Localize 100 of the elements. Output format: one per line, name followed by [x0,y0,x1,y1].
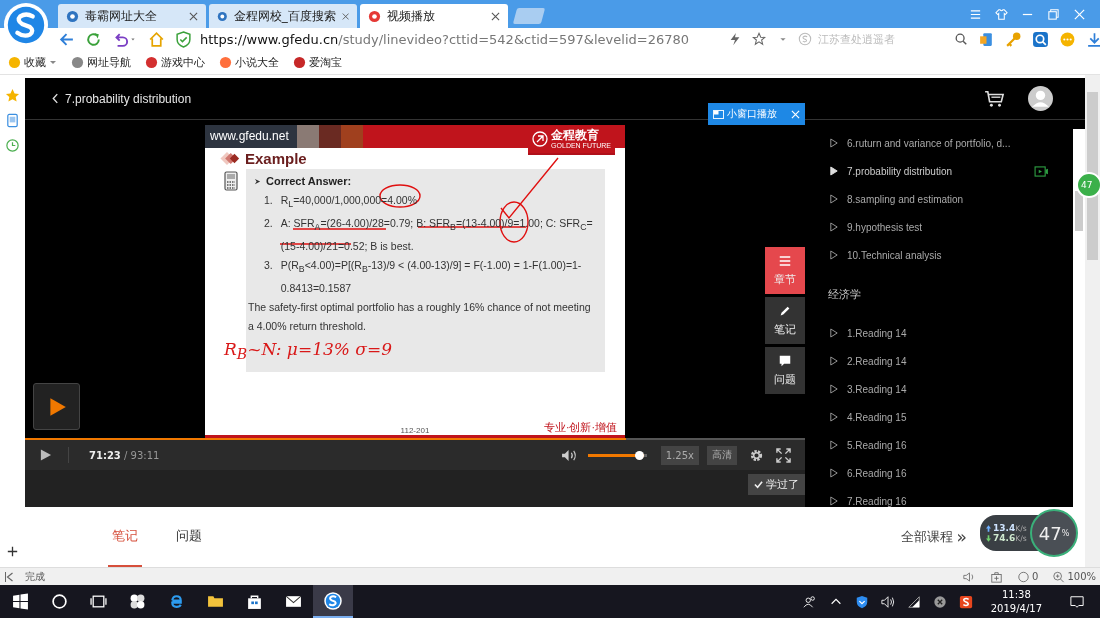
caret-icon[interactable] [49,58,57,66]
windows-start-icon[interactable] [12,593,29,610]
close-icon[interactable] [491,11,500,21]
chevron-left-icon [52,93,59,104]
side-tab-button[interactable]: 问题 [765,347,805,394]
settings-icon[interactable] [749,447,764,463]
play-triangle-icon [830,384,838,394]
cart-icon[interactable] [984,89,1006,108]
content-tab[interactable]: 问题 [172,507,206,567]
search-icon[interactable] [954,32,968,46]
taskbar-clock[interactable]: 11:38 2019/4/17 [990,587,1042,616]
browser-tab[interactable]: 视频播放 [360,4,508,28]
play-triangle-icon [830,222,838,232]
bookmark-link[interactable]: 小说大全 [219,54,279,70]
lesson-item[interactable]: 8.sampling and estimation [805,185,1073,213]
close-icon[interactable] [189,11,198,21]
bookmark-link[interactable]: 游戏中心 [145,54,205,70]
logo-icon [532,131,549,147]
learned-button[interactable]: 学过了 [748,474,805,495]
play-triangle-icon [830,194,838,204]
mail-icon[interactable] [285,593,302,610]
lesson-item[interactable]: 7.probability distribution [805,157,1073,185]
lesson-item[interactable]: 1.Reading 14 [805,319,1073,347]
notification-icon[interactable] [1070,594,1084,609]
browser-tab[interactable]: 金程网校_百度搜索 [209,4,357,28]
bookmark-link[interactable]: 网址导航 [71,54,131,70]
back-link[interactable]: 7.probability distribution [52,91,192,106]
pinwheel-icon[interactable] [129,593,146,610]
briefcase-icon[interactable] [990,570,1004,583]
refresh-icon[interactable] [85,30,102,48]
status-text: 完成 [25,569,45,584]
item-number: 1. [264,193,273,208]
lesson-item[interactable]: 2.Reading 14 [805,347,1073,375]
wifi-icon[interactable] [906,594,921,609]
star-icon[interactable] [752,32,766,46]
volume-thumb[interactable] [634,450,644,460]
ad-block-counter[interactable]: 0 [1017,570,1039,583]
lesson-item[interactable]: 9.hypothesis test [805,213,1073,241]
tablet-icon[interactable] [5,113,20,128]
answer-text: P(R$_{B}$<4.00)=P[(R$_{B}$-13)/9 < (4.00-13)/9] = F(-1.00) = 1-F(1.00)=1-0.8413=0.1587 [280,258,583,297]
play-icon[interactable] [39,448,52,462]
bookmark-link[interactable]: 爱淘宝 [293,54,342,70]
browser-taskbar-button[interactable] [313,585,353,618]
all-courses-link[interactable]: 全部课程 » [900,507,967,567]
side-tab-button[interactable]: 笔记 [765,297,805,344]
play-triangle-icon [830,412,838,422]
browser-tab[interactable]: 毒霸网址大全 [58,4,206,28]
volume-icon[interactable] [560,448,578,462]
play-button[interactable] [33,383,80,430]
menu-icon[interactable] [969,8,982,21]
memory-percent: 47% [1030,509,1078,557]
error-icon[interactable] [932,594,947,609]
input-method-icon[interactable] [958,594,973,609]
avatar-icon[interactable] [1028,86,1053,111]
color-block [297,125,319,148]
lesson-item[interactable]: 7.Reading 16 [805,487,1073,507]
color-block [319,125,341,148]
play-triangle-icon [830,496,838,506]
lesson-item[interactable]: 3.Reading 14 [805,375,1073,403]
globe-e-icon[interactable] [168,593,185,610]
download-icon[interactable] [1086,30,1100,48]
speed-button[interactable]: 1.25x [660,445,699,465]
zoom-control[interactable]: 100% [1052,570,1096,583]
search-field[interactable]: 江苏查处逍遥者 [798,31,940,47]
quality-button[interactable]: 高清 [707,445,737,465]
lesson-item[interactable]: 6.ruturn and variance of portfolio, d... [805,129,1073,157]
site-icon [217,9,228,23]
slide-motto: 专业·创新·增值 [544,421,617,435]
upload-arrow-icon [986,524,991,532]
lesson-item[interactable]: 4.Reading 15 [805,403,1073,431]
fullscreen-icon[interactable] [776,447,791,463]
magnifier-app-icon[interactable] [1032,30,1049,48]
time-display: 71:23 / 93:11 [89,449,160,461]
lesson-item[interactable]: 5.Reading 16 [805,431,1073,459]
bookmark-icon [71,55,84,69]
task-view-icon[interactable] [90,593,107,610]
close-icon[interactable] [341,11,349,21]
mini-player-button[interactable]: 小窗口播放 [708,103,805,125]
people-icon[interactable] [802,594,817,609]
search-circle-icon[interactable] [51,593,68,610]
add-icon[interactable] [5,544,20,559]
clock-icon[interactable] [5,138,20,153]
store-bag-icon[interactable] [246,593,263,610]
lesson-item[interactable]: 10.Technical analysis [805,241,1073,269]
lightning-icon[interactable] [728,32,742,46]
folder-icon[interactable] [207,593,224,610]
site-address: www.gfedu.net [205,125,297,148]
play-triangle-icon [830,138,838,148]
play-triangle-icon [830,356,838,366]
check-icon [754,480,763,489]
lesson-item[interactable]: 6.Reading 16 [805,459,1073,487]
star-icon[interactable] [5,88,20,103]
volume-icon[interactable] [880,594,895,609]
bookmark-link[interactable]: 收藏 [8,54,57,70]
shirt-icon[interactable] [995,8,1008,21]
download-arrow-icon [986,534,991,542]
play-triangle-icon [830,468,838,478]
address-field[interactable]: https://www.gfedu.cn/study/linevideo?cttid=542&ctid=597&levelid=26780 [200,31,720,47]
side-tab-button[interactable]: 章节 [765,247,805,294]
document-icon[interactable] [978,30,995,48]
